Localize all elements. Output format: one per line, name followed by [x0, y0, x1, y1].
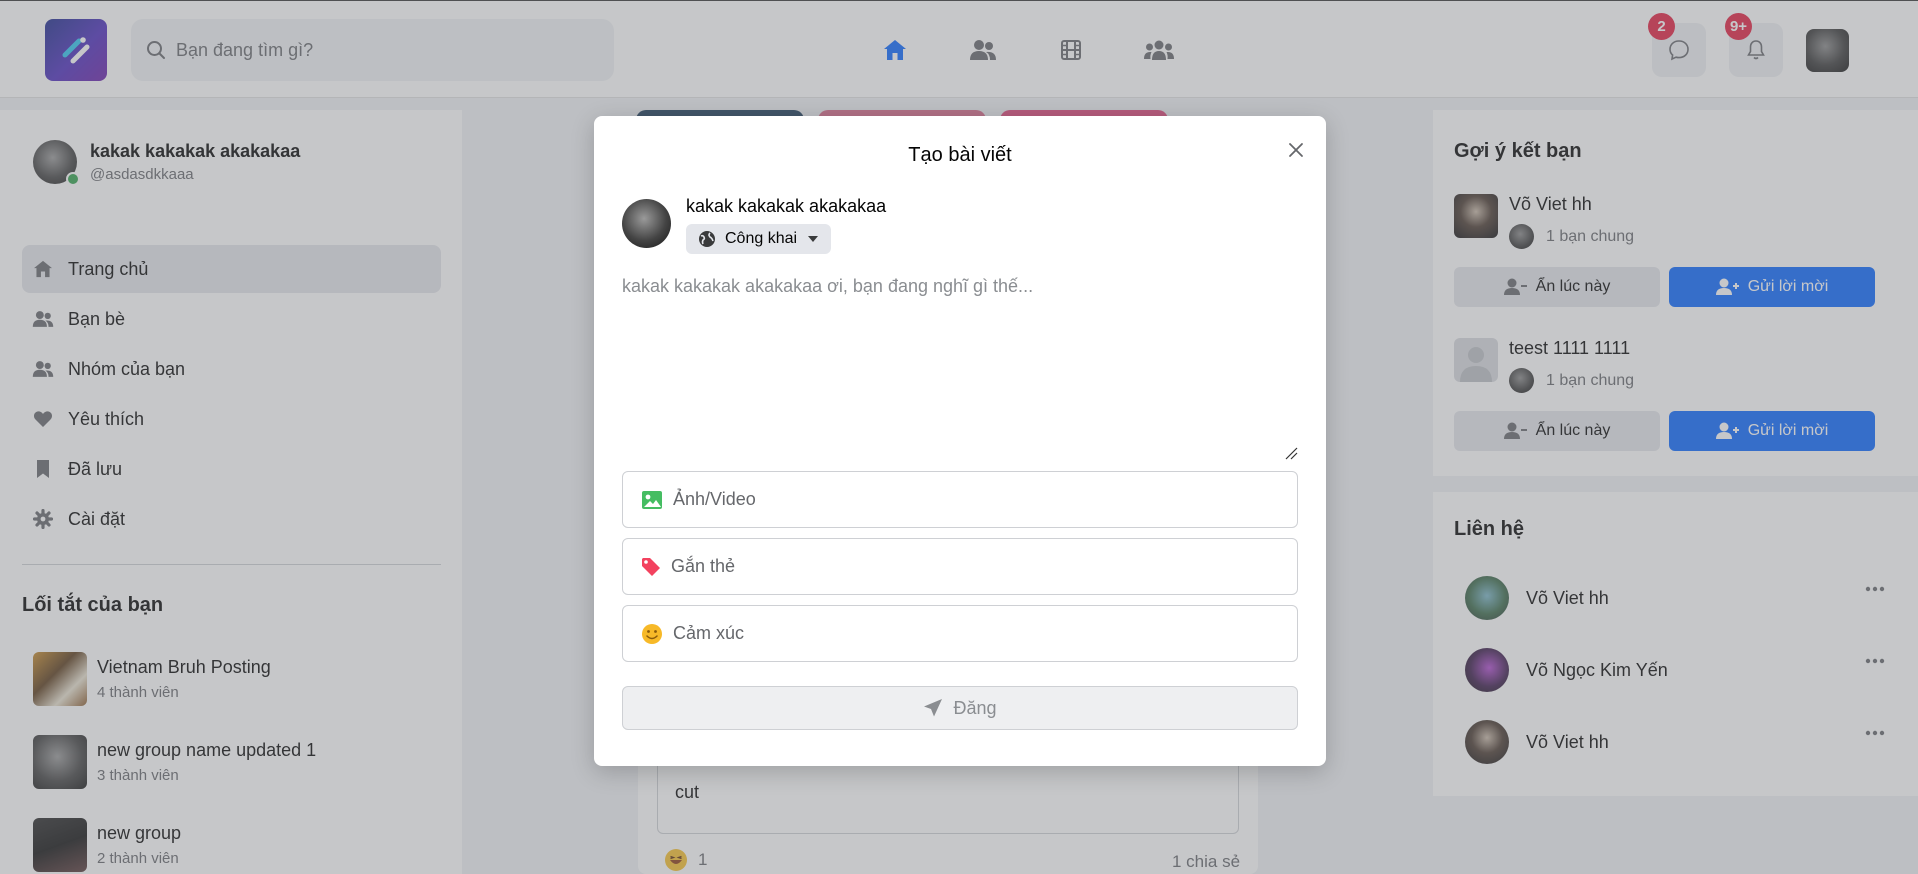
- author-avatar: [622, 199, 671, 248]
- submit-post-button[interactable]: Đăng: [622, 686, 1298, 730]
- send-icon: [924, 699, 943, 717]
- close-icon: [1289, 143, 1303, 157]
- feeling-label: Cảm xúc: [673, 623, 745, 643]
- add-media-button[interactable]: Ảnh/Video: [622, 471, 1298, 528]
- globe-icon: [699, 231, 715, 247]
- close-button[interactable]: [1284, 138, 1308, 162]
- create-post-dialog: Tạo bài viết kakak kakakak akakakaa Công…: [594, 116, 1326, 766]
- image-icon: [641, 490, 663, 510]
- post-text-area[interactable]: kakak kakakak akakakaa ơi, bạn đang nghĩ…: [622, 276, 1298, 462]
- submit-label: Đăng: [953, 697, 997, 718]
- tag-icon: [641, 557, 661, 577]
- privacy-label: Công khai: [725, 230, 798, 247]
- media-label: Ảnh/Video: [673, 489, 756, 509]
- resize-handle-icon[interactable]: [1284, 446, 1298, 460]
- privacy-selector[interactable]: Công khai: [686, 224, 832, 254]
- author-name: kakak kakakak akakakaa: [686, 196, 887, 216]
- feeling-button[interactable]: Cảm xúc: [622, 605, 1298, 662]
- tag-label: Gắn thẻ: [671, 556, 736, 576]
- smile-icon: [641, 623, 663, 645]
- tag-people-button[interactable]: Gắn thẻ: [622, 538, 1298, 595]
- dialog-title: Tạo bài viết: [908, 144, 1012, 166]
- caret-down-icon: [808, 236, 819, 242]
